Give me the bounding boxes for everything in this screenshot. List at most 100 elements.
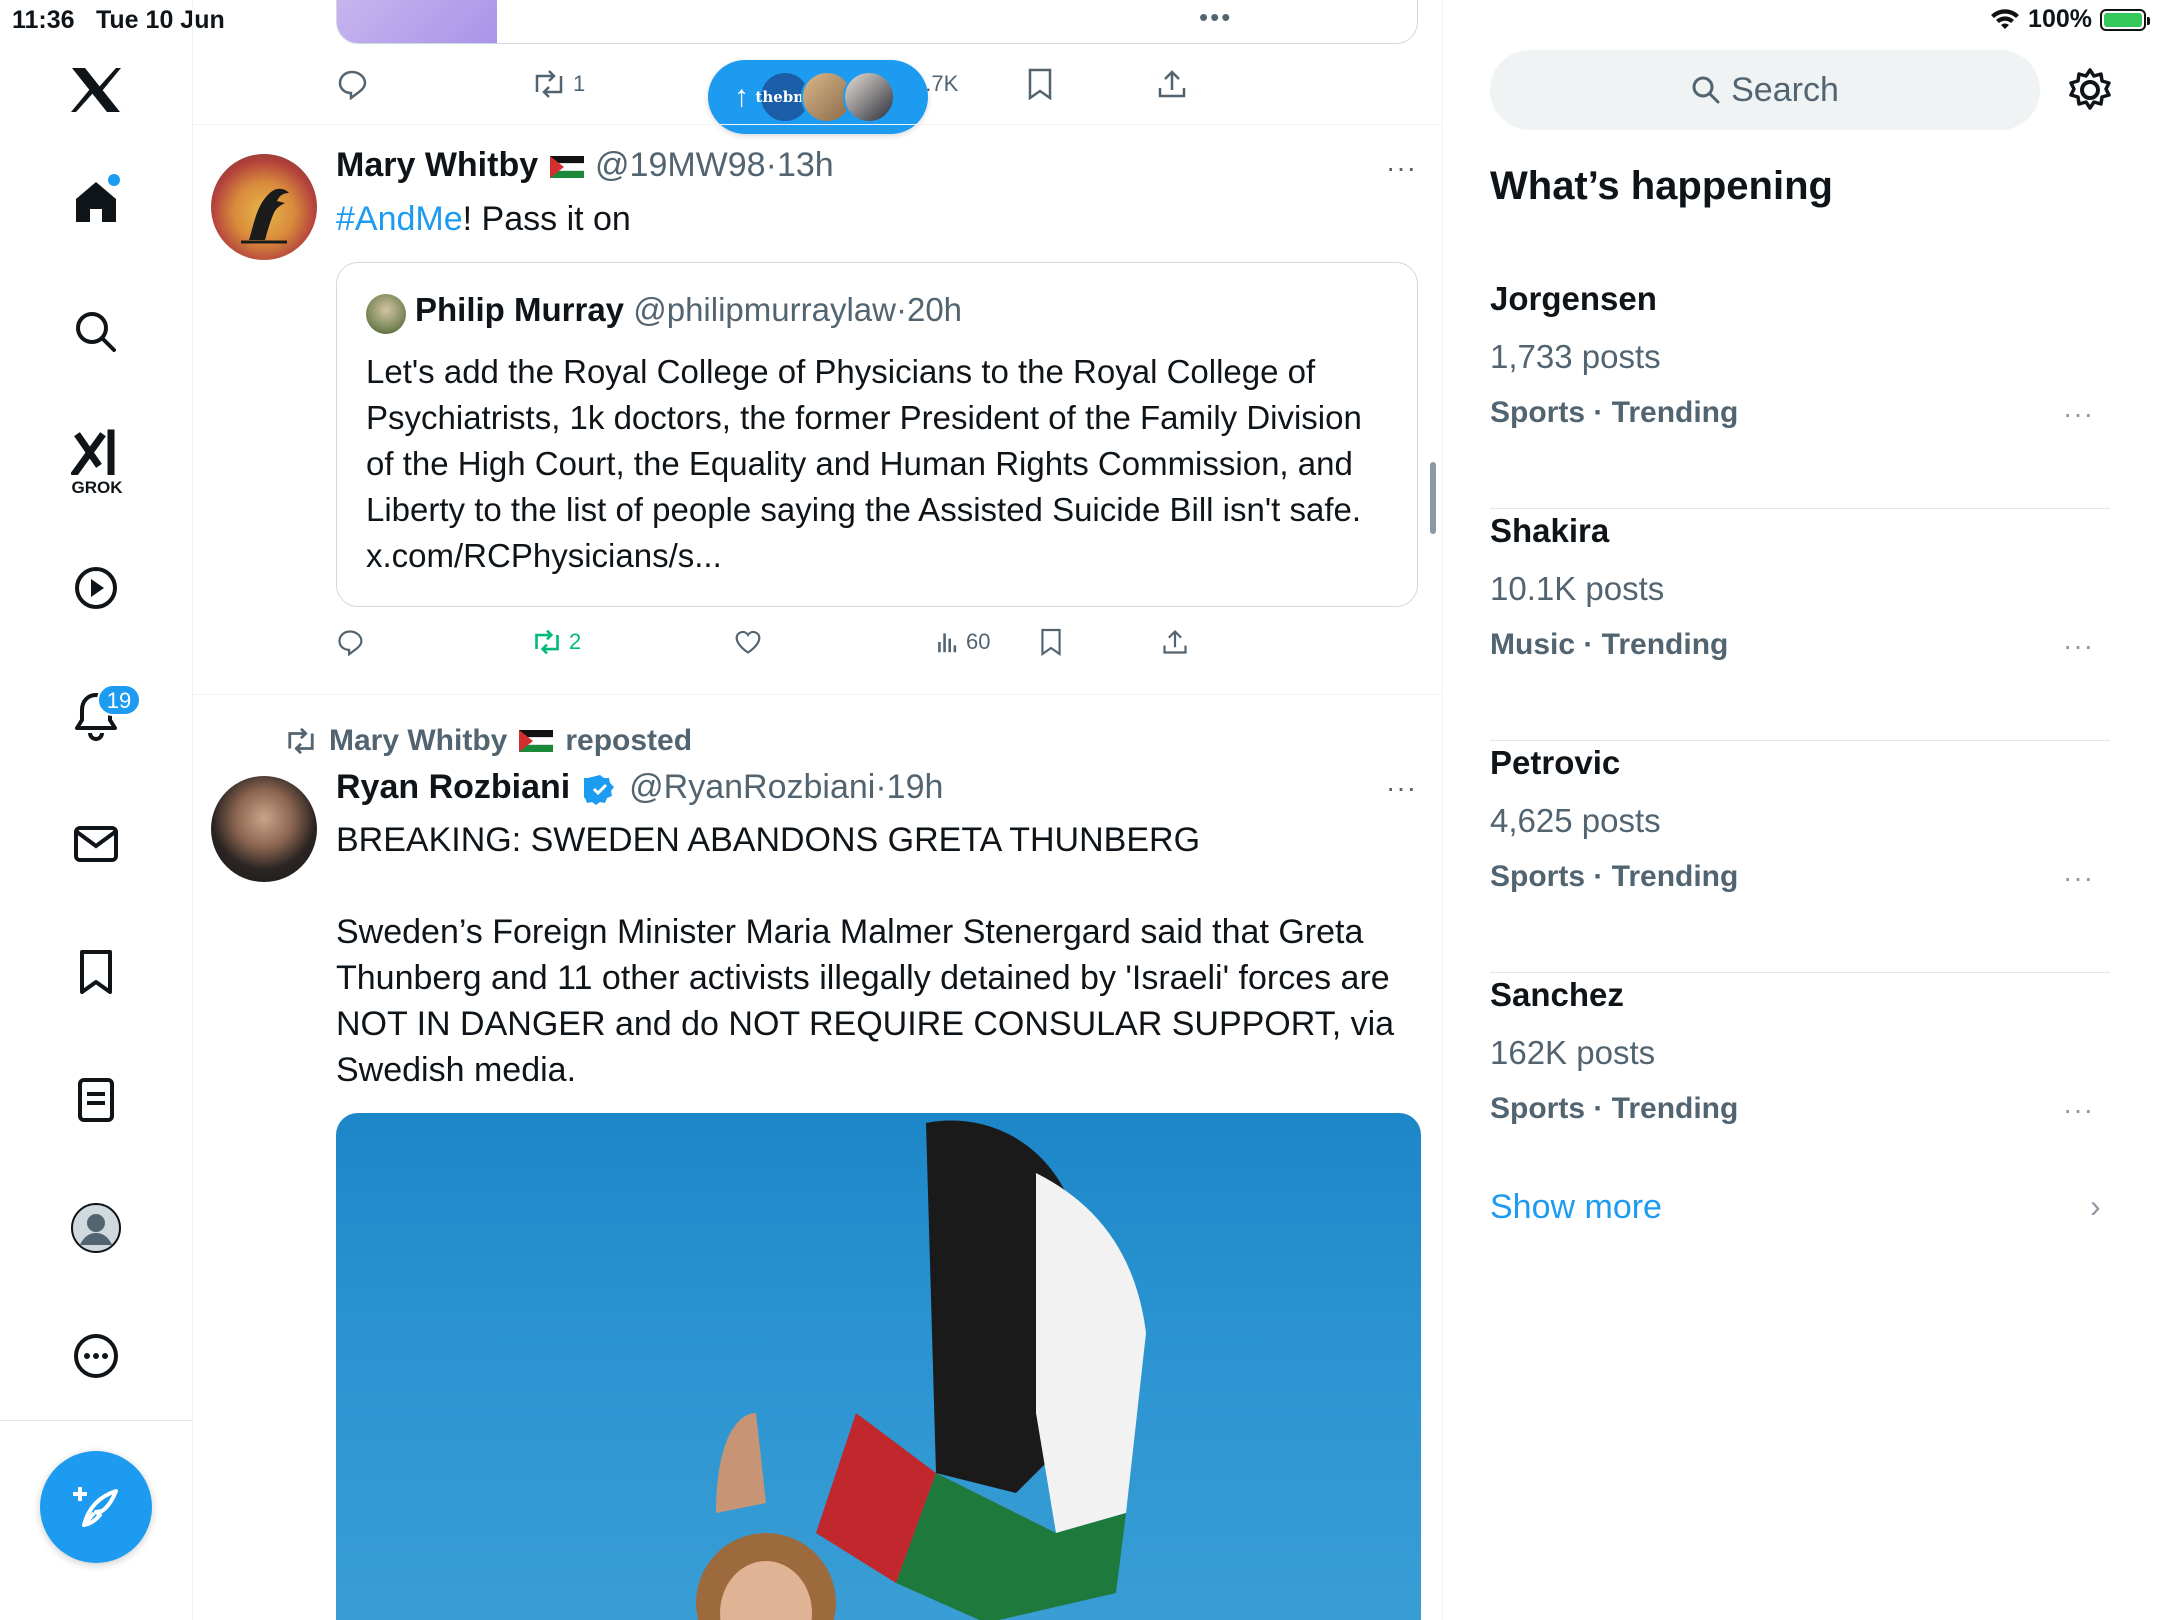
- quoted-post[interactable]: Philip Murray @philipmurraylaw·20h Let's…: [336, 262, 1418, 607]
- share-button[interactable]: [1161, 622, 1189, 662]
- reply-icon: [338, 70, 367, 100]
- post-divider: [193, 124, 1442, 125]
- trend-category: Sports · Trending: [1490, 860, 1739, 893]
- post-image[interactable]: [336, 1113, 1421, 1620]
- trend-item[interactable]: Jorgensen 1,733 posts Sports · Trending …: [1490, 280, 2110, 512]
- section-title: What’s happening: [1490, 164, 1833, 208]
- author-handle[interactable]: @19MW98: [595, 146, 766, 184]
- bookmark-icon: [1028, 68, 1052, 100]
- arrow-up-icon: ↑: [734, 80, 749, 113]
- messages-envelope-icon[interactable]: [64, 812, 128, 876]
- avatar[interactable]: [211, 776, 317, 882]
- bookmark-button[interactable]: [1026, 64, 1054, 104]
- trend-name: Sanchez: [1490, 976, 1624, 1013]
- reposted-label: reposted: [565, 724, 693, 757]
- home-unread-dot: [108, 174, 120, 186]
- video-play-icon[interactable]: [64, 556, 128, 620]
- quoted-author-name: Philip Murray: [415, 291, 625, 328]
- author-name[interactable]: Ryan Rozbiani: [336, 768, 570, 806]
- repost-button[interactable]: 2: [531, 622, 581, 662]
- new-posts-pill[interactable]: ↑ thebmj: [708, 60, 928, 134]
- quoted-text: Let's add the Royal College of Physician…: [366, 353, 1362, 574]
- palestine-flag-icon: [549, 156, 584, 179]
- previous-post-thumbnail: [337, 0, 497, 43]
- views-button[interactable]: 60: [936, 622, 990, 662]
- quoted-avatar: [366, 294, 406, 334]
- trend-item[interactable]: Sanchez 162K posts Sports · Trending ···: [1490, 976, 2110, 1208]
- reply-button[interactable]: [336, 64, 368, 104]
- repost-icon: [535, 629, 559, 655]
- show-more-link[interactable]: Show more: [1490, 1188, 1662, 1227]
- liver-bird-emblem-icon: [241, 188, 289, 244]
- trend-more-icon[interactable]: ···: [2063, 1094, 2094, 1126]
- search-icon[interactable]: [64, 300, 128, 364]
- trend-item[interactable]: Petrovic 4,625 posts Sports · Trending ·…: [1490, 744, 2110, 976]
- bookmark-button[interactable]: [1039, 622, 1063, 662]
- right-sidebar: Search What’s happening Jorgensen 1,733 …: [1444, 0, 2160, 1620]
- trend-more-icon[interactable]: ···: [2063, 630, 2094, 662]
- repost-count: 2: [569, 629, 582, 654]
- scrollbar-thumb[interactable]: [1430, 462, 1436, 534]
- search-placeholder: Search: [1731, 70, 1839, 109]
- repost-icon: [535, 70, 563, 98]
- profile-avatar-icon[interactable]: [64, 1196, 128, 1260]
- share-icon: [1158, 70, 1186, 98]
- previous-post-card[interactable]: •••: [336, 0, 1418, 44]
- trend-more-icon[interactable]: ···: [2063, 398, 2094, 430]
- like-button[interactable]: [734, 622, 762, 662]
- trend-more-icon[interactable]: ···: [2063, 862, 2094, 894]
- trend-item[interactable]: Shakira 10.1K posts Music · Trending ···: [1490, 512, 2110, 744]
- trend-category: Sports · Trending: [1490, 1092, 1739, 1125]
- reply-button[interactable]: [336, 622, 364, 662]
- post-more-icon[interactable]: ···: [1386, 152, 1417, 184]
- post-header: Ryan Rozbiani @RyanRozbiani·19h: [336, 768, 944, 806]
- trend-name: Shakira: [1490, 512, 1610, 549]
- hashtag-link[interactable]: #AndMe: [336, 200, 463, 238]
- author-handle[interactable]: @RyanRozbiani: [629, 768, 875, 806]
- trend-posts: 162K posts: [1490, 1034, 1656, 1071]
- trend-category: Music · Trending: [1490, 628, 1729, 661]
- quoted-header: Philip Murray @philipmurraylaw·20h: [415, 291, 963, 328]
- search-icon: [1692, 76, 1720, 104]
- repost-indicator: Mary Whitby reposted: [283, 724, 692, 758]
- post-text: #AndMe! Pass it on: [336, 196, 1416, 242]
- trend-name: Petrovic: [1490, 744, 1621, 781]
- post-actions: 2 60: [336, 622, 1418, 662]
- post-divider: [193, 694, 1442, 695]
- post-more-icon[interactable]: ···: [1386, 772, 1417, 804]
- reposter-name[interactable]: Mary Whitby: [329, 724, 507, 758]
- trend-divider: [1490, 508, 2110, 509]
- previous-post-more-icon[interactable]: •••: [1199, 2, 1232, 33]
- author-name[interactable]: Mary Whitby: [336, 146, 538, 184]
- bookmarks-icon[interactable]: [64, 940, 128, 1004]
- quoted-author-handle: @philipmurraylaw: [633, 291, 896, 328]
- avatar[interactable]: [211, 154, 317, 260]
- more-options-icon[interactable]: [64, 1324, 128, 1388]
- repost-count: 1: [573, 71, 586, 96]
- share-icon: [1163, 629, 1187, 654]
- verified-badge-icon: [583, 775, 614, 806]
- chevron-right-icon[interactable]: ›: [2090, 1188, 2101, 1225]
- search-input[interactable]: Search: [1490, 50, 2040, 130]
- repost-button[interactable]: 1: [531, 64, 585, 104]
- repost-icon: [288, 727, 314, 755]
- nav-divider: [0, 1420, 193, 1421]
- post-time[interactable]: 13h: [777, 146, 834, 184]
- post-time[interactable]: 19h: [887, 768, 944, 806]
- grok-label: GROK: [71, 478, 123, 497]
- new-post-avatar: [843, 71, 895, 123]
- trend-category: Sports · Trending: [1490, 396, 1739, 429]
- settings-gear-icon[interactable]: [2066, 66, 2114, 114]
- views-chart-icon: [938, 633, 957, 653]
- share-button[interactable]: [1156, 64, 1188, 104]
- trend-divider: [1490, 740, 2110, 741]
- lists-icon[interactable]: [64, 1068, 128, 1132]
- grok-icon[interactable]: [64, 420, 128, 484]
- trend-posts: 1,733 posts: [1490, 338, 1661, 375]
- palestine-flag-icon: [519, 730, 554, 752]
- main-feed: ••• 1 1.7K ↑ thebmj Mary Whitby @19MW98·…: [193, 0, 1443, 1620]
- quoted-post-time: 20h: [906, 291, 963, 328]
- compose-post-button[interactable]: [40, 1451, 152, 1563]
- post-header: Mary Whitby @19MW98·13h: [336, 146, 834, 184]
- x-logo-icon[interactable]: [64, 58, 128, 122]
